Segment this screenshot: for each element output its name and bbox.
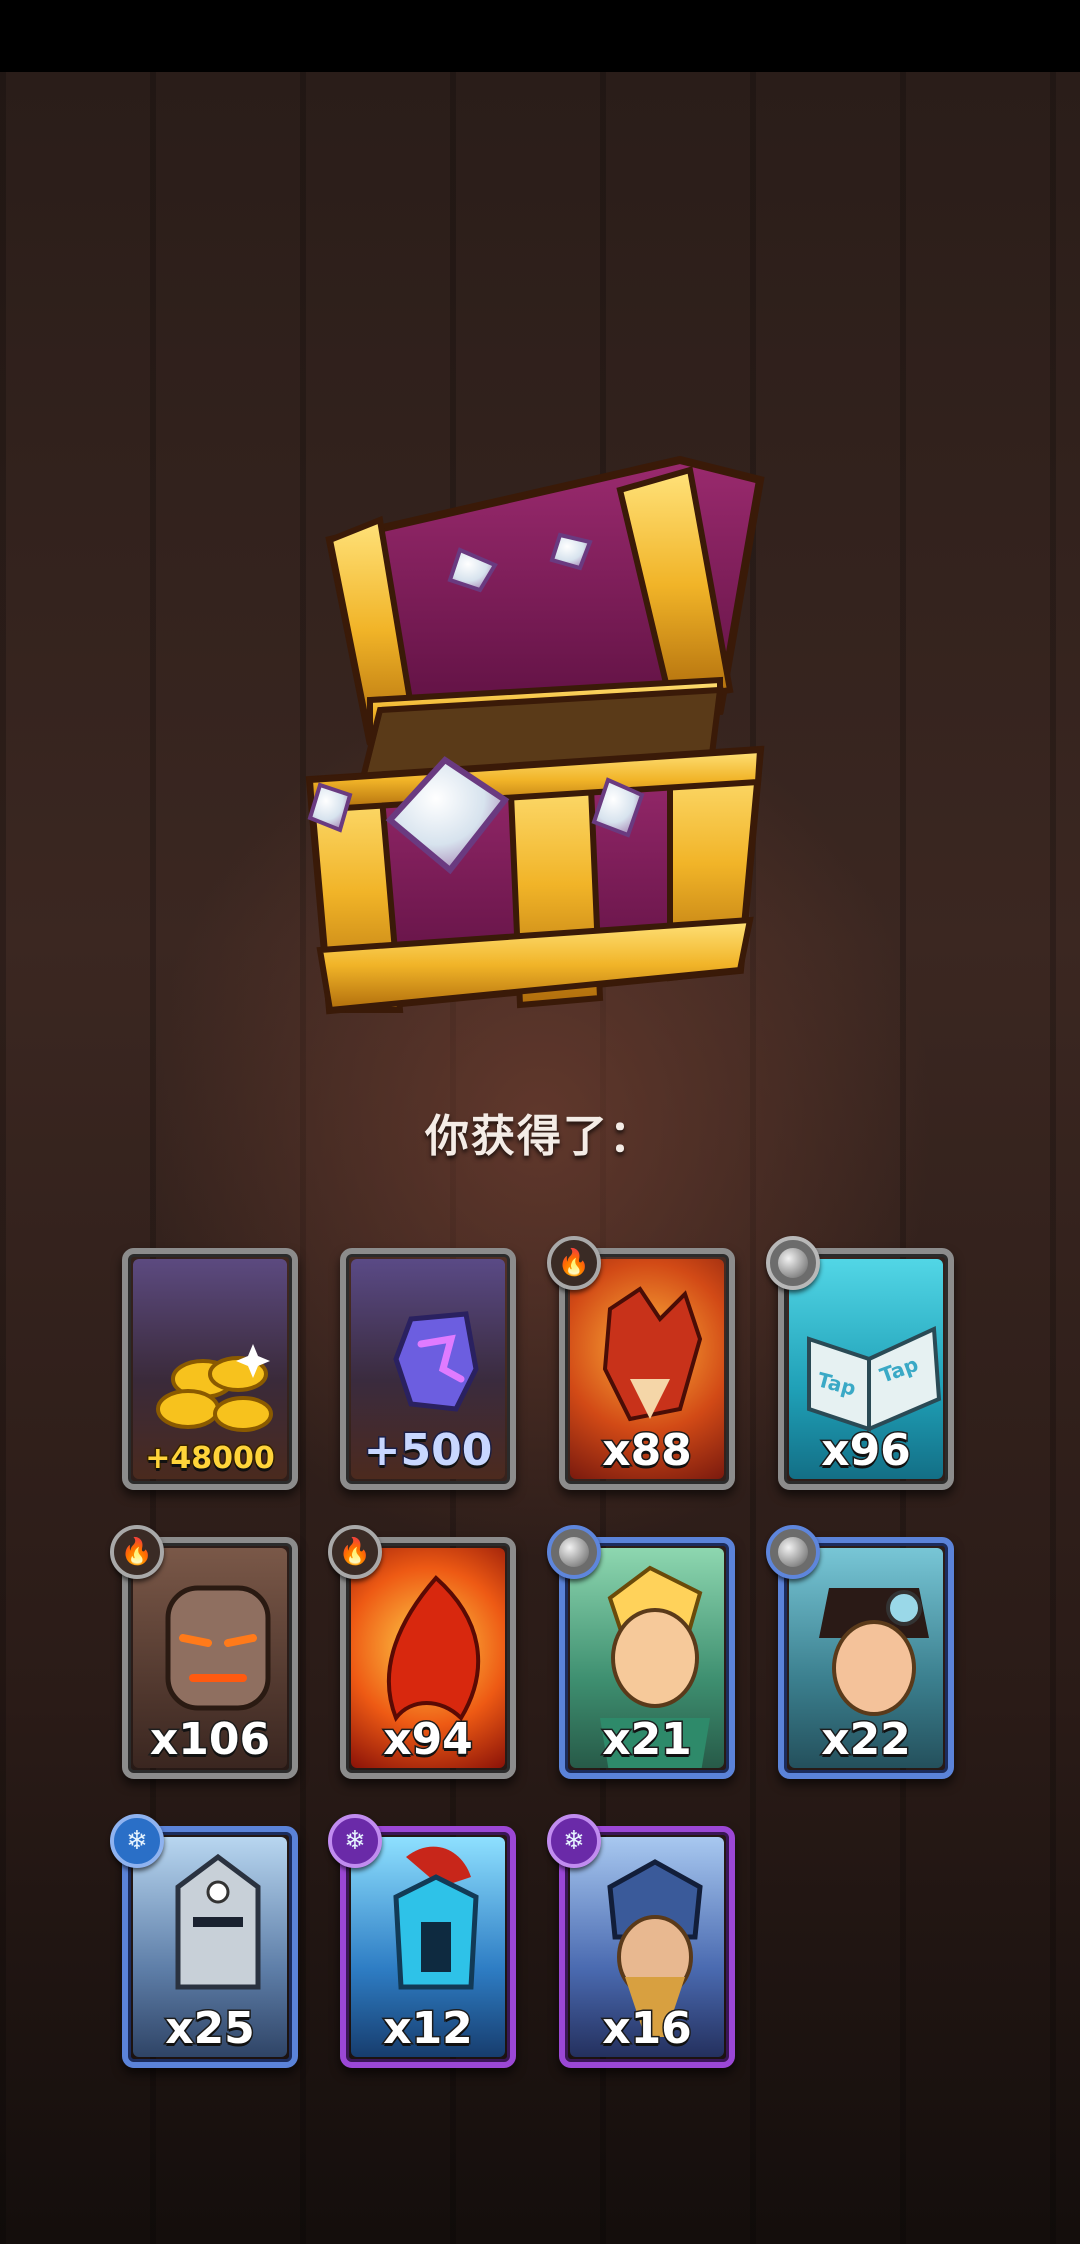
- reward-card-thunder-king-hero[interactable]: ❄ x16: [547, 1814, 735, 2068]
- reward-count: x16: [601, 2002, 694, 2056]
- reward-count: +48000: [144, 1440, 277, 1478]
- status-bar: [0, 0, 1080, 72]
- element-orb-icon: [766, 1525, 820, 1579]
- element-fire-icon: 🔥: [547, 1236, 601, 1290]
- reward-count: x22: [820, 1713, 913, 1767]
- reward-count: x94: [382, 1713, 475, 1767]
- reward-count: x12: [382, 2002, 475, 2056]
- reward-count: x88: [601, 1424, 694, 1478]
- reward-title: 你获得了：: [425, 1111, 655, 1162]
- reward-card-elf-archer-hero[interactable]: x21: [547, 1525, 735, 1779]
- reward-card-lava-golem-hero[interactable]: 🔥 x106: [110, 1525, 298, 1779]
- reward-count: x106: [148, 1713, 271, 1767]
- reward-card-spartan-warrior-hero[interactable]: ❄ x12: [328, 1814, 516, 2068]
- reward-card-purple-gem[interactable]: +500: [340, 1248, 516, 1490]
- reward-card-flame-spirit-hero[interactable]: 🔥 x94: [328, 1525, 516, 1779]
- reward-count: x21: [601, 1713, 694, 1767]
- element-fire-icon: 🔥: [328, 1525, 382, 1579]
- reward-card-skull-knight-hero[interactable]: ❄ x25: [110, 1814, 298, 2068]
- element-fire-icon: 🔥: [110, 1525, 164, 1579]
- reward-count: +500: [362, 1424, 494, 1478]
- reward-count: x25: [164, 2002, 257, 2056]
- element-orb-icon: [766, 1236, 820, 1290]
- reward-card-tap-tap-book[interactable]: Tap Tap x96: [766, 1236, 954, 1490]
- element-ice-icon: ❄: [547, 1814, 601, 1868]
- reward-card-fire-fox-hero[interactable]: 🔥 x88: [547, 1236, 735, 1490]
- reward-count: x96: [820, 1424, 913, 1478]
- reward-card-goggle-pilot-hero[interactable]: x22: [766, 1525, 954, 1779]
- element-ice-icon: ❄: [328, 1814, 382, 1868]
- element-ice-icon: ❄: [110, 1814, 164, 1868]
- element-orb-icon: [547, 1525, 601, 1579]
- treasure-chest-icon[interactable]: [290, 450, 850, 1050]
- reward-card-gold-coins[interactable]: +48000: [122, 1248, 298, 1490]
